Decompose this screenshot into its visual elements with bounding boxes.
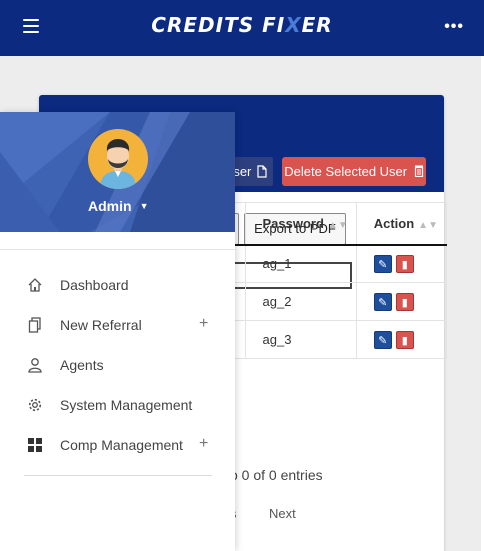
edit-icon[interactable]: ✎ <box>373 292 392 311</box>
caret-down-icon: ▼ <box>139 201 149 211</box>
edit-icon[interactable]: ✎ <box>373 330 392 349</box>
table-row: ag_3 ✎ ▮ <box>198 320 447 359</box>
sidebar-item-agents[interactable]: Agents <box>0 345 235 385</box>
drawer-profile-header: Admin ▼ <box>0 112 235 232</box>
agents-table: ▲▼ Password▲▼ Action▲▼ ag_1 ✎▮ ag_2 ✎▮ a… <box>198 202 447 359</box>
table-info-text: o 0 of 0 entries <box>230 467 323 483</box>
sidebar-item-dashboard[interactable]: Dashboard <box>0 265 235 305</box>
expand-plus-icon[interactable]: + <box>199 435 208 453</box>
column-header-action[interactable]: Action ▲▼ <box>356 202 447 246</box>
delete-selected-user-button[interactable]: Delete Selected User <box>282 157 426 186</box>
password-cell: ag_1 <box>245 244 357 283</box>
delete-icon[interactable]: ▮ <box>395 292 414 311</box>
next-page-link[interactable]: Next <box>269 506 296 521</box>
home-icon <box>28 278 42 292</box>
file-icon <box>257 165 267 178</box>
user-icon <box>28 358 42 373</box>
user-menu-toggle[interactable]: Admin ▼ <box>88 198 148 214</box>
table-row: ag_2 ✎ ▮ <box>198 282 447 321</box>
documents-icon <box>28 317 41 333</box>
top-navbar: CREDITS FIXER ••• <box>0 0 484 56</box>
divider <box>24 475 212 476</box>
sidebar-item-new-referral[interactable]: New Referral + <box>0 305 235 345</box>
password-cell: ag_3 <box>245 320 357 359</box>
trash-icon <box>414 165 423 178</box>
app-logo: CREDITS FIXER <box>151 13 333 37</box>
grid-icon <box>28 438 42 452</box>
sidebar-item-system-management[interactable]: System Management <box>0 385 235 425</box>
sidebar-item-comp-management[interactable]: Comp Management + <box>0 425 235 465</box>
edit-icon[interactable]: ✎ <box>373 254 392 273</box>
divider <box>0 249 235 250</box>
column-header-password[interactable]: Password ▲▼ <box>245 202 357 246</box>
expand-plus-icon[interactable]: + <box>199 315 208 333</box>
password-cell: ag_2 <box>245 282 357 321</box>
table-row: ag_1 ✎ ▮ <box>198 244 447 283</box>
side-drawer: Admin ▼ Dashboard New Referral + Agents S… <box>0 112 235 551</box>
delete-icon[interactable]: ▮ <box>395 330 414 349</box>
gear-icon <box>28 398 42 412</box>
delete-icon[interactable]: ▮ <box>395 254 414 273</box>
more-options-icon[interactable]: ••• <box>444 18 464 36</box>
avatar[interactable] <box>88 129 148 189</box>
